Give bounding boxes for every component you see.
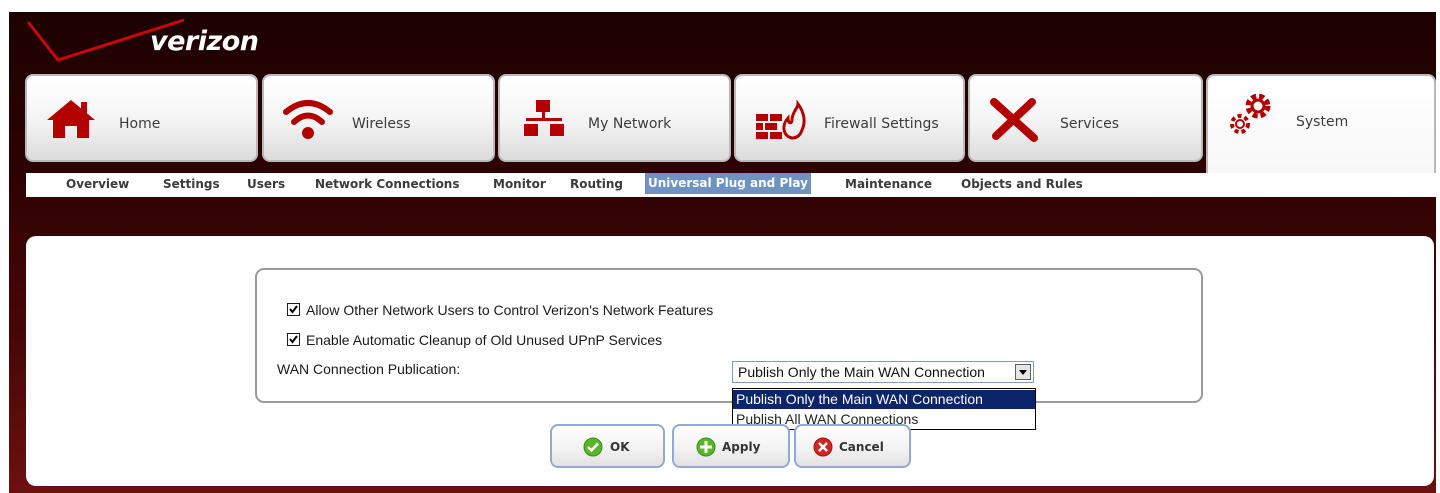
- subnav-settings[interactable]: Settings: [163, 177, 220, 191]
- logo-text: verizon: [150, 26, 259, 57]
- tab-firewall-settings[interactable]: Firewall Settings: [734, 74, 965, 162]
- cancel-icon: [813, 437, 833, 457]
- tab-wireless-label: Wireless: [352, 116, 411, 132]
- apply-button[interactable]: Apply: [672, 424, 790, 468]
- wan-publication-label: WAN Connection Publication:: [277, 361, 461, 377]
- cancel-button[interactable]: Cancel: [794, 424, 911, 468]
- wan-publication-value: Publish Only the Main WAN Connection: [738, 364, 985, 380]
- option-main-wan[interactable]: Publish Only the Main WAN Connection: [733, 390, 1035, 409]
- tab-home[interactable]: Home: [25, 74, 258, 162]
- subnav-users[interactable]: Users: [247, 177, 285, 191]
- wan-publication-select[interactable]: Publish Only the Main WAN Connection: [732, 361, 1034, 383]
- subnav-network-connections[interactable]: Network Connections: [315, 177, 460, 191]
- cleanup-row: Enable Automatic Cleanup of Old Unused U…: [287, 332, 662, 348]
- tab-wireless[interactable]: Wireless: [262, 74, 495, 162]
- cleanup-checkbox[interactable]: [287, 333, 300, 346]
- ok-label: OK: [610, 440, 630, 454]
- apply-icon: [696, 437, 716, 457]
- tab-my-network[interactable]: My Network: [498, 74, 731, 162]
- check-icon: [583, 437, 603, 457]
- subnav-maintenance[interactable]: Maintenance: [845, 177, 932, 191]
- subnav-universal-plug-and-play[interactable]: Universal Plug and Play: [645, 173, 811, 194]
- network-icon: [524, 100, 564, 136]
- cleanup-label: Enable Automatic Cleanup of Old Unused U…: [306, 332, 663, 348]
- allow-control-row: Allow Other Network Users to Control Ver…: [287, 302, 713, 318]
- subnav-objects-and-rules[interactable]: Objects and Rules: [961, 177, 1083, 191]
- tab-home-label: Home: [119, 116, 161, 132]
- tab-services[interactable]: Services: [968, 74, 1203, 162]
- cancel-label: Cancel: [839, 440, 884, 454]
- tab-system[interactable]: System: [1206, 74, 1436, 174]
- subnav-routing[interactable]: Routing: [570, 177, 623, 191]
- tab-services-label: Services: [1060, 116, 1120, 132]
- tab-firewall-settings-label: Firewall Settings: [824, 116, 939, 132]
- tools-icon: [990, 98, 1038, 142]
- tab-system-label: System: [1296, 114, 1349, 130]
- tab-my-network-label: My Network: [588, 116, 672, 132]
- subnav-monitor[interactable]: Monitor: [493, 177, 546, 191]
- wifi-icon: [283, 100, 333, 139]
- ok-button[interactable]: OK: [550, 424, 665, 468]
- apply-label: Apply: [722, 440, 761, 454]
- subnav-overview[interactable]: Overview: [66, 177, 129, 191]
- chevron-down-icon[interactable]: [1015, 364, 1031, 380]
- firewall-icon: [756, 99, 806, 140]
- gears-icon: [1230, 93, 1271, 134]
- home-icon: [47, 100, 95, 138]
- allow-control-checkbox[interactable]: [287, 303, 300, 316]
- allow-control-label: Allow Other Network Users to Control Ver…: [306, 302, 714, 318]
